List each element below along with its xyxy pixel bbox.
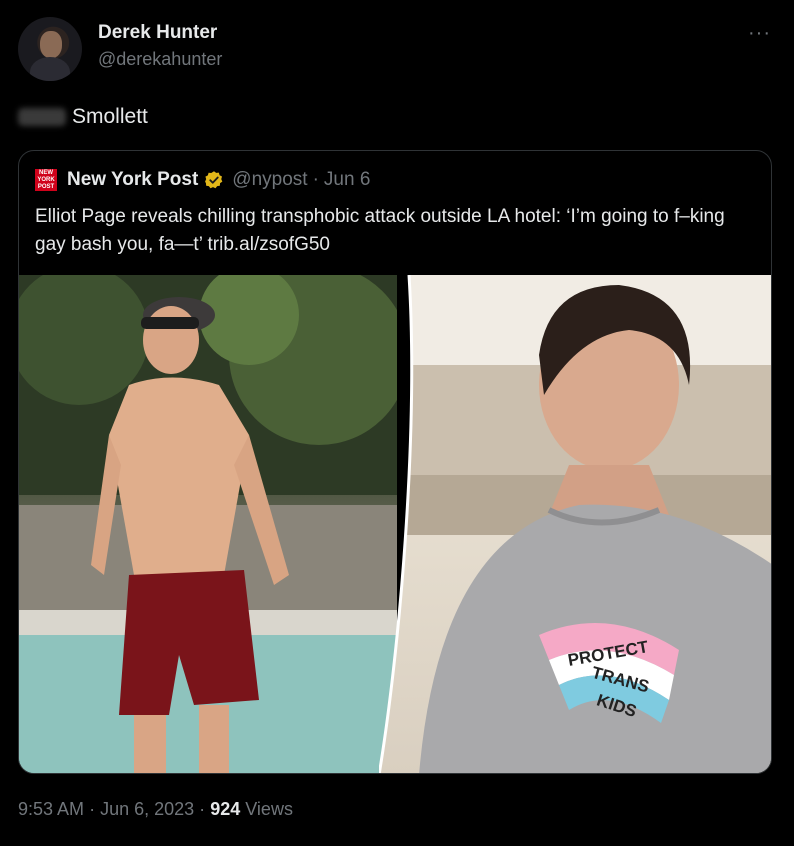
quote-display-name[interactable]: New York Post	[67, 169, 198, 191]
more-horizontal-icon[interactable]: ···	[748, 22, 771, 45]
nypost-logo-icon: NEW YORK POST	[35, 169, 57, 191]
tweet-date[interactable]: Jun 6, 2023	[100, 799, 194, 819]
footer-separator: ·	[89, 799, 96, 819]
tweet-time[interactable]: 9:53 AM	[18, 799, 84, 819]
avatar-face	[40, 31, 62, 58]
quote-separator: ·	[312, 169, 319, 190]
photo-divider	[379, 275, 414, 773]
photo-left[interactable]	[19, 275, 397, 773]
tweet-text-content: Smollett	[72, 105, 148, 128]
redacted-word	[18, 108, 66, 126]
footer-separator-2: ·	[199, 799, 206, 819]
views-count: 924	[210, 799, 241, 819]
person-pool-illustration	[19, 275, 397, 773]
display-name[interactable]: Derek Hunter	[98, 22, 217, 44]
avatar[interactable]	[18, 17, 82, 81]
quote-date[interactable]: Jun 6	[324, 169, 370, 191]
quote-text: Elliot Page reveals chilling transphobic…	[35, 206, 725, 255]
tweet-footer: 9:53 AM · Jun 6, 2023 · 924 Views	[18, 799, 293, 820]
tweet-text: Smollett	[18, 105, 148, 129]
quote-tweet-card[interactable]: NEW YORK POST New York Post @nypost · Ju…	[18, 150, 772, 774]
quote-media[interactable]: PROTECT TRANS KIDS	[19, 275, 772, 773]
avatar-shirt	[30, 57, 70, 81]
quote-handle[interactable]: @nypost	[232, 169, 307, 191]
quote-header: NEW YORK POST New York Post @nypost · Ju…	[35, 169, 370, 191]
user-handle[interactable]: @derekahunter	[98, 49, 222, 70]
views-label: Views	[245, 799, 293, 819]
verified-badge-icon	[205, 171, 223, 189]
